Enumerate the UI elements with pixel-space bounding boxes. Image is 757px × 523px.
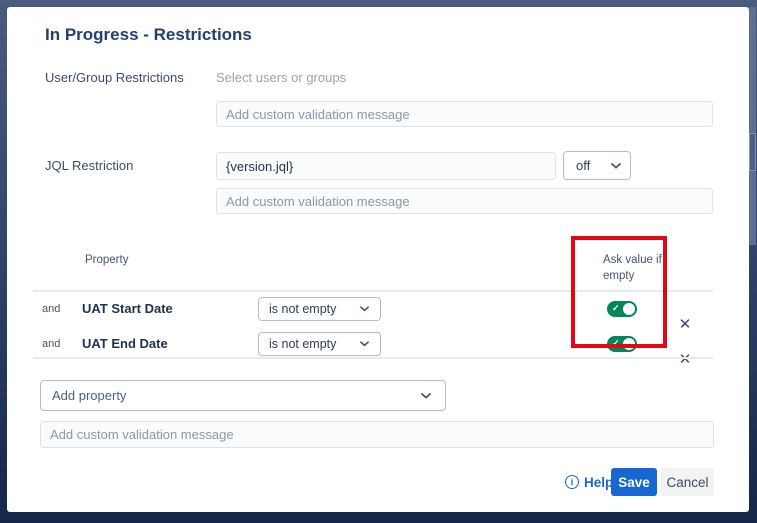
dialog-title: In Progress - Restrictions: [45, 25, 252, 45]
save-button[interactable]: Save: [611, 468, 657, 496]
user-group-select[interactable]: Select users or groups: [216, 70, 346, 85]
condition-value: is not empty: [269, 302, 336, 316]
property-row-uat-end-date: and UAT End Date is not empty ✓ ✕: [7, 331, 749, 357]
chevron-down-icon: [360, 306, 369, 312]
help-label: Help: [584, 475, 613, 490]
table-divider-top: [33, 290, 713, 292]
jql-mode-value: off: [576, 158, 590, 173]
property-name: UAT End Date: [82, 331, 168, 357]
jql-mode-select[interactable]: off: [563, 151, 631, 180]
cancel-button[interactable]: Cancel: [661, 468, 714, 496]
help-link[interactable]: i Help: [565, 468, 613, 496]
conjunction-label: and: [42, 296, 60, 322]
bottom-validation-message-input[interactable]: [40, 421, 714, 448]
ask-value-column-header: Ask value if empty: [603, 252, 662, 284]
table-divider-bottom: [33, 357, 713, 359]
check-icon: ✓: [612, 338, 620, 349]
condition-value: is not empty: [269, 337, 336, 351]
jql-restriction-label: JQL Restriction: [45, 158, 133, 173]
toggle-knob: [623, 303, 635, 315]
condition-select[interactable]: is not empty: [258, 297, 381, 321]
add-property-placeholder: Add property: [52, 388, 126, 403]
property-column-header: Property: [85, 254, 128, 266]
ask-value-header-line1: Ask value if: [603, 252, 662, 268]
add-property-select[interactable]: Add property: [40, 380, 446, 411]
info-icon: i: [565, 475, 579, 489]
page-scrollbar-thumb[interactable]: [749, 133, 756, 171]
jql-validation-message-input[interactable]: [216, 188, 713, 214]
user-group-restrictions-label: User/Group Restrictions: [45, 70, 184, 85]
ask-value-toggle[interactable]: ✓: [607, 336, 637, 352]
remove-row-button[interactable]: ✕: [675, 347, 695, 373]
check-icon: ✓: [612, 303, 620, 314]
chevron-down-icon: [611, 163, 621, 169]
chevron-down-icon: [360, 341, 369, 347]
toggle-knob: [623, 338, 635, 350]
user-group-validation-message-input[interactable]: [216, 101, 713, 127]
property-name: UAT Start Date: [82, 296, 173, 322]
restrictions-dialog: In Progress - Restrictions User/Group Re…: [7, 7, 749, 512]
property-row-uat-start-date: and UAT Start Date is not empty ✓ ✕: [7, 296, 749, 322]
condition-select[interactable]: is not empty: [258, 332, 381, 356]
page-scrollbar-track: [749, 7, 756, 245]
ask-value-toggle[interactable]: ✓: [607, 301, 637, 317]
ask-value-header-line2: empty: [603, 268, 662, 284]
jql-input[interactable]: [216, 152, 556, 180]
chevron-down-icon: [421, 393, 431, 399]
conjunction-label: and: [42, 331, 60, 357]
